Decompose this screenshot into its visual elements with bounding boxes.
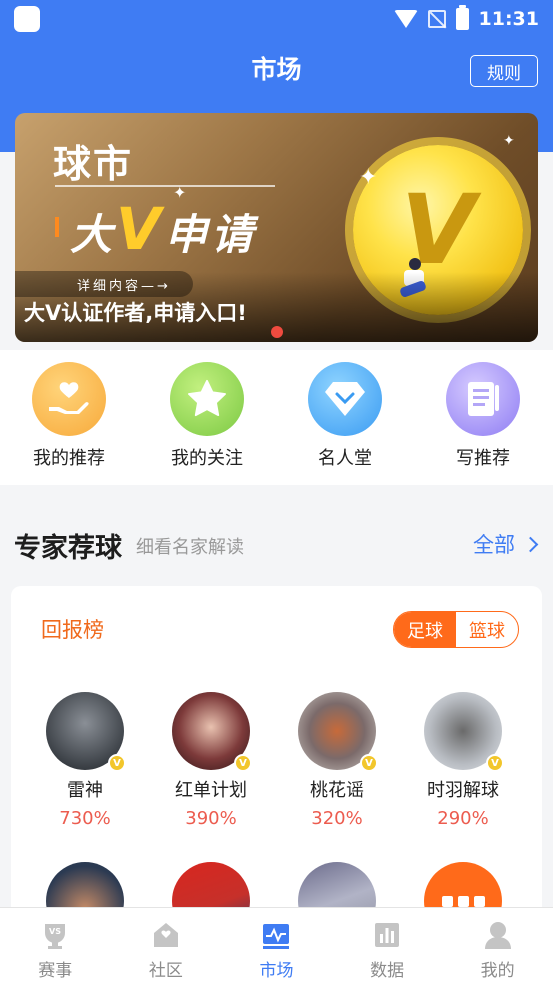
rules-button[interactable]: 规则 [470,55,538,87]
banner-headline: 大V申请 [70,195,257,263]
banner-accent-bar [55,217,59,237]
diamond-icon [308,362,382,436]
expert-name: 时羽解球 [427,780,499,801]
avatar: V [424,692,504,772]
sparkle-icon: ✦ [359,165,378,190]
banner-brand: 球市 [53,141,134,186]
bar-chart-icon [375,923,400,947]
tab-label: 数据 [370,961,405,981]
banner-divider [55,185,275,187]
expert-name: 雷神 [67,780,103,801]
battery-icon [455,5,469,30]
document-icon [446,362,520,436]
app-notification-icon [14,6,40,32]
section-title: 专家荐球 [14,533,122,564]
market-chart-icon [263,924,290,949]
banner-headline-suffix: 申请 [164,210,257,259]
svg-text:VS: VS [49,927,61,936]
verified-badge: V [234,754,252,772]
quick-my-follows[interactable]: 我的关注 [152,362,262,470]
expert-item[interactable]: V 时羽解球 290% [408,692,518,829]
vs-trophy-icon: VS [45,924,66,949]
tab-label: 我的 [480,961,515,981]
expert-return-rate: 390% [185,808,237,829]
sport-toggle[interactable]: 足球 篮球 [393,611,519,648]
promo-banner[interactable]: 球市 大V申请 V ✦ ✦ ✦ 详细内容—→ 大V认证作者,申请入口! [15,113,538,342]
tab-matches[interactable]: VS 赛事 [0,908,111,983]
tab-community[interactable]: 社区 [111,908,222,983]
view-all-label: 全部 [473,533,515,557]
expert-return-rate: 290% [437,808,489,829]
no-sim-icon [427,10,446,28]
quick-my-recommendations[interactable]: 我的推荐 [14,362,124,470]
expert-name: 红单计划 [175,780,247,801]
banner-detail-link[interactable]: 详细内容—→ [15,271,193,297]
user-icon [484,922,511,949]
view-all-link[interactable]: 全部 [473,529,539,559]
experts-section: 专家荐球 细看名家解读 全部 回报榜 足球 篮球 V 雷神 730% V 红单计… [0,485,553,940]
expert-item[interactable]: V 红单计划 390% [156,692,266,829]
banner-caption: 大V认证作者,申请入口! [24,301,247,325]
tab-label: 市场 [259,961,294,981]
tab-me[interactable]: 我的 [442,908,553,983]
avatar: V [46,692,126,772]
banner-headline-prefix: 大 [70,210,117,259]
quick-hall-of-fame[interactable]: 名人堂 [290,362,400,470]
leaderboard-card: 回报榜 足球 篮球 V 雷神 730% V 红单计划 390% V 桃花谣 32… [11,586,542,940]
tab-label: 赛事 [38,961,73,981]
expert-item[interactable]: V 雷神 730% [30,692,140,829]
sparkle-icon: ✦ [503,133,515,149]
sparkle-icon: ✦ [173,183,187,202]
banner-headline-v: V [116,195,165,263]
quick-label: 我的推荐 [33,448,105,469]
section-subtitle: 细看名家解读 [136,537,244,558]
expert-return-rate: 320% [311,808,363,829]
avatar: V [172,692,252,772]
toggle-football[interactable]: 足球 [394,612,456,647]
quick-label: 名人堂 [318,448,372,469]
wifi-icon [393,10,418,28]
leaderboard-title: 回报榜 [41,618,104,642]
home-icon [153,923,178,947]
tab-data[interactable]: 数据 [332,908,443,983]
star-icon [170,362,244,436]
carousel-indicator[interactable] [271,326,283,338]
chevron-right-icon [522,536,539,552]
verified-badge: V [108,754,126,772]
status-bar: 11:31 [0,0,553,38]
quick-label: 我的关注 [171,448,243,469]
hand-heart-icon [32,362,106,436]
quick-label: 写推荐 [456,448,510,469]
expert-item[interactable]: V 桃花谣 320% [282,692,392,829]
avatar: V [298,692,378,772]
quick-actions: 我的推荐 我的关注 名人堂 写推荐 [0,350,553,485]
tab-label: 社区 [148,961,183,981]
expert-name: 桃花谣 [310,780,364,801]
verified-badge: V [360,754,378,772]
expert-return-rate: 730% [59,808,111,829]
tab-market[interactable]: 市场 [221,908,332,983]
quick-write-recommendation[interactable]: 写推荐 [428,362,538,470]
status-time: 11:31 [478,8,539,30]
verified-badge: V [486,754,504,772]
bottom-tab-bar: VS 赛事 社区 市场 数据 我的 [0,907,553,983]
toggle-basketball[interactable]: 篮球 [456,612,518,647]
